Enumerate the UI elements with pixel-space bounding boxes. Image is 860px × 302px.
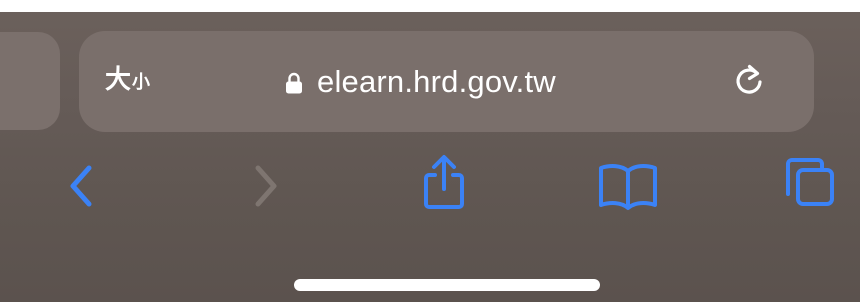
url-field[interactable]: elearn.hrd.gov.tw (285, 61, 556, 103)
previous-tab-preview[interactable] (0, 32, 60, 130)
chevron-left-icon (65, 163, 95, 209)
book-icon (596, 161, 660, 211)
tabs-icon (778, 152, 842, 216)
bookmarks-button[interactable] (595, 158, 661, 214)
text-size-button[interactable]: 大 小 (105, 59, 150, 103)
address-bar[interactable]: 大 小 elearn.hrd.gov.tw (79, 31, 814, 132)
share-button[interactable] (417, 154, 471, 210)
reload-button[interactable] (730, 62, 768, 100)
reload-icon (730, 62, 768, 100)
share-icon (417, 153, 471, 211)
back-button[interactable] (60, 158, 100, 214)
text-size-large-label: 大 (105, 64, 132, 94)
tabs-button[interactable] (778, 152, 842, 216)
status-bar-strip (0, 0, 860, 12)
chevron-right-icon (251, 163, 281, 209)
lock-icon (285, 72, 303, 94)
home-indicator[interactable] (294, 279, 600, 291)
text-size-small-label: 小 (132, 72, 151, 92)
forward-button[interactable] (246, 158, 286, 214)
url-text: elearn.hrd.gov.tw (317, 64, 556, 99)
